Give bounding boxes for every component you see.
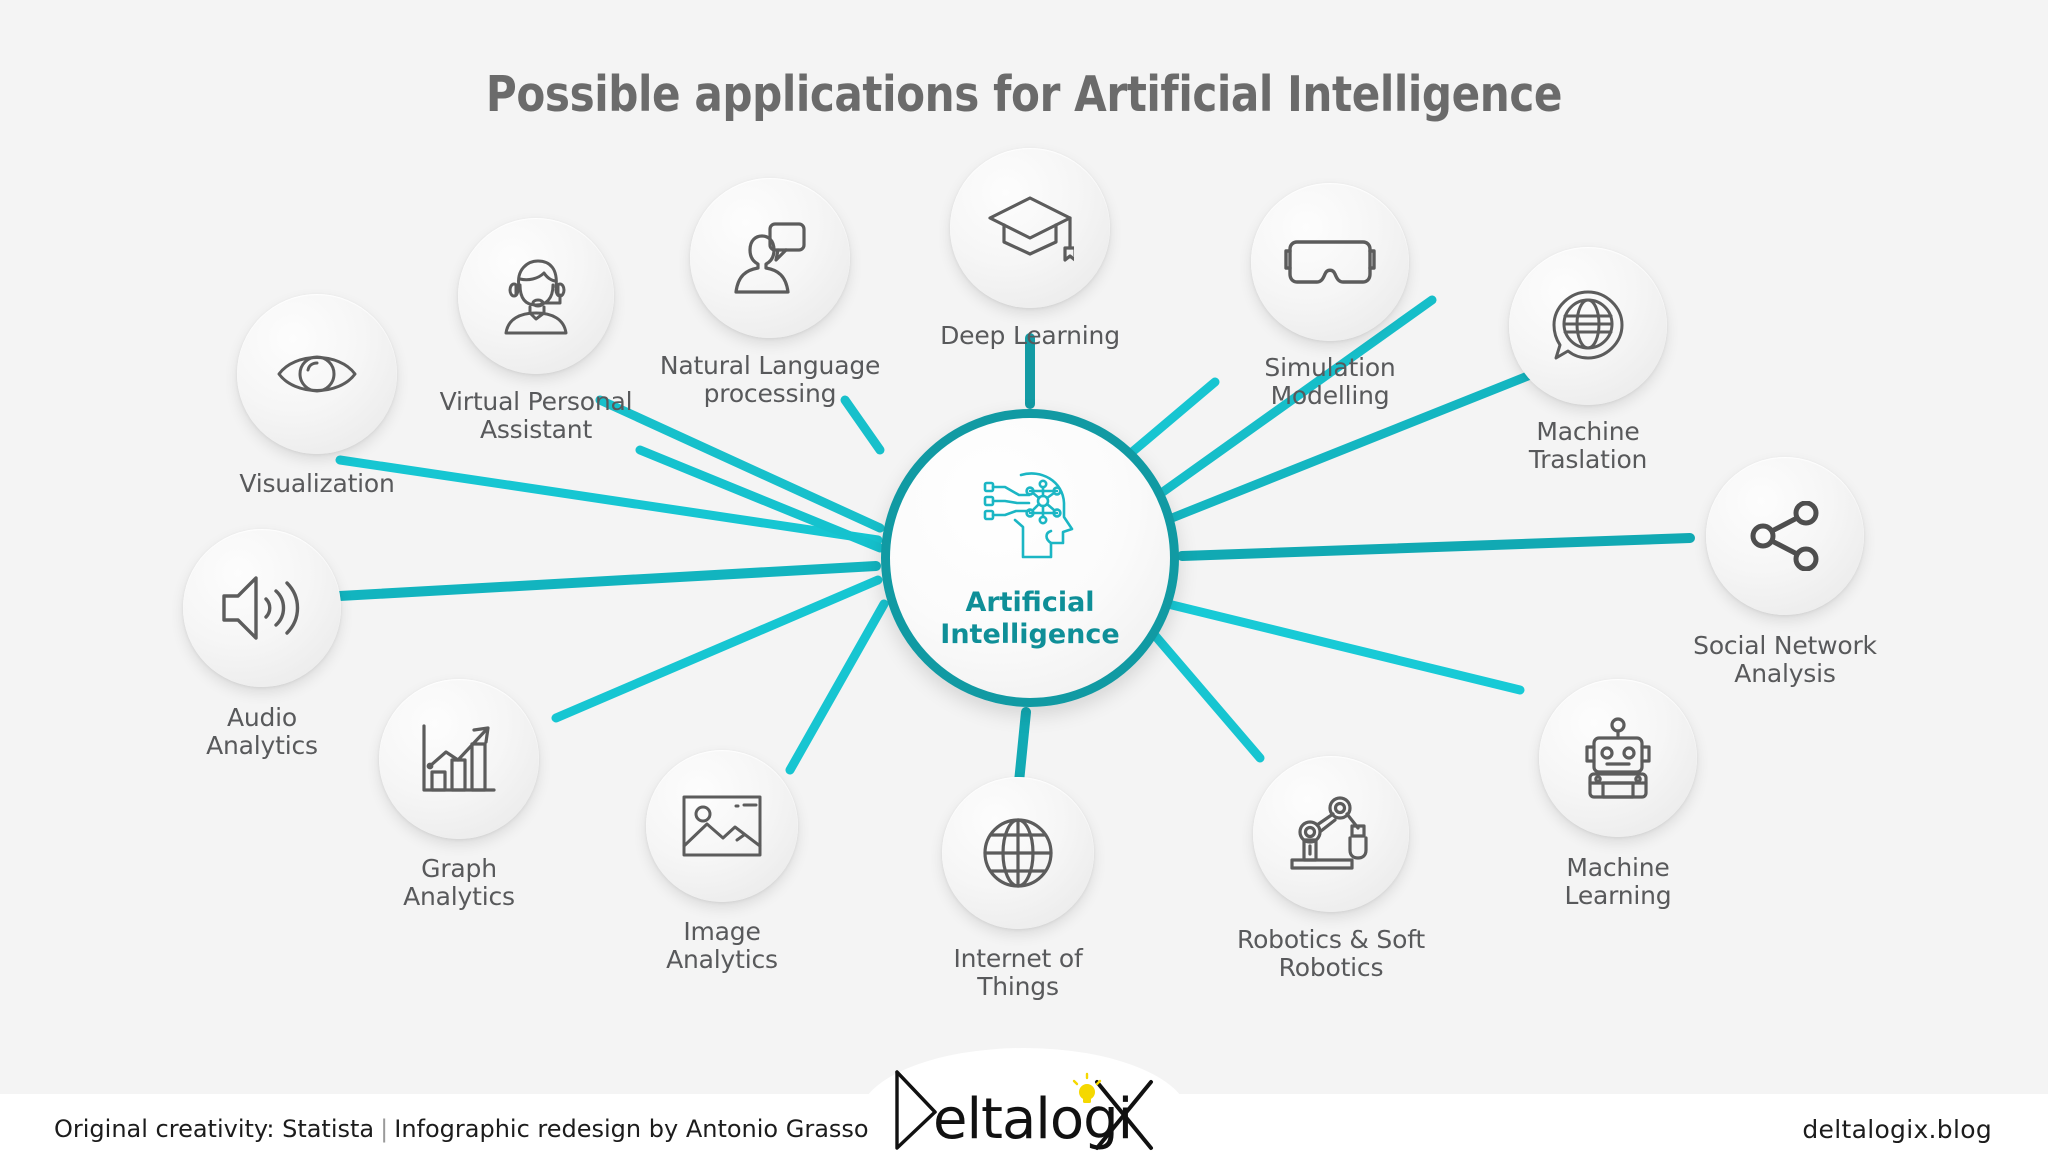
visualization-label: Visualization [239,469,395,498]
page-title: Possible applications for Artificial Int… [485,66,1563,123]
center-circle[interactable]: Artificial Intelligence [881,409,1179,707]
simulation-modelling-bubble[interactable] [1251,183,1409,341]
footer-credit-separator: | [380,1115,389,1143]
globe-speech-bubble-icon [1552,290,1624,360]
virtual-assistant-bubble[interactable] [458,218,614,374]
robotics-bubble[interactable] [1253,756,1409,912]
simulation-modelling-label: Simulation Modelling [1264,353,1396,410]
deep-learning-bubble[interactable] [950,148,1110,308]
person-speech-bubble-icon [734,222,806,294]
globe-icon [983,818,1053,888]
robot-arm-icon [1290,796,1368,870]
robotics-label: Robotics & Soft Robotics [1237,925,1425,982]
deep-learning-label: Deep Learning [940,321,1120,350]
audio-analytics-bubble[interactable] [183,529,341,687]
headset-agent-icon [504,259,568,335]
machine-learning-label: Machine Learning [1564,853,1672,910]
footer-site-link[interactable]: deltalogix.blog [1802,1115,1992,1144]
image-analytics-label: Image Analytics [666,917,778,974]
robot-icon [1585,717,1651,799]
footer-credit: Original creativity: Statista | Infographi… [54,1115,869,1143]
footer-credit-source: Original creativity: Statista [54,1115,375,1143]
center-node-label: Artificial Intelligence [940,587,1120,650]
share-nodes-icon [1750,501,1819,571]
eye-icon [277,355,357,393]
vr-goggles-icon [1284,240,1376,284]
deltalogix-wordmark-icon: eltalogi [895,1070,1153,1152]
footer-credit-author: Infographic redesign by Antonio Grasso [394,1115,869,1143]
nlp-label: Natural Language processing [659,351,881,408]
machine-translation-bubble[interactable] [1509,247,1667,405]
machine-learning-bubble[interactable] [1539,679,1697,837]
nlp-bubble[interactable] [690,178,850,338]
bar-chart-arrow-icon [422,724,496,792]
speaker-icon [222,576,300,640]
social-network-bubble[interactable] [1706,457,1864,615]
graph-analytics-label: Graph Analytics [403,854,515,911]
image-analytics-bubble[interactable] [646,750,798,902]
machine-translation-label: Machine Traslation [1528,417,1648,474]
graduation-cap-icon [988,196,1074,262]
picture-icon [682,795,762,857]
social-network-label: Social Network Analysis [1693,631,1877,688]
audio-analytics-label: Audio Analytics [206,703,318,760]
ai-head-icon [983,472,1074,559]
visualization-bubble[interactable] [237,294,397,454]
iot-bubble[interactable] [942,777,1094,929]
deltalogix-logo[interactable]: eltalogi [889,1068,1159,1159]
iot-label: Internet of Things [953,944,1083,1001]
infographic-canvas: Possible applications for Artificial Int… [0,0,2048,1172]
